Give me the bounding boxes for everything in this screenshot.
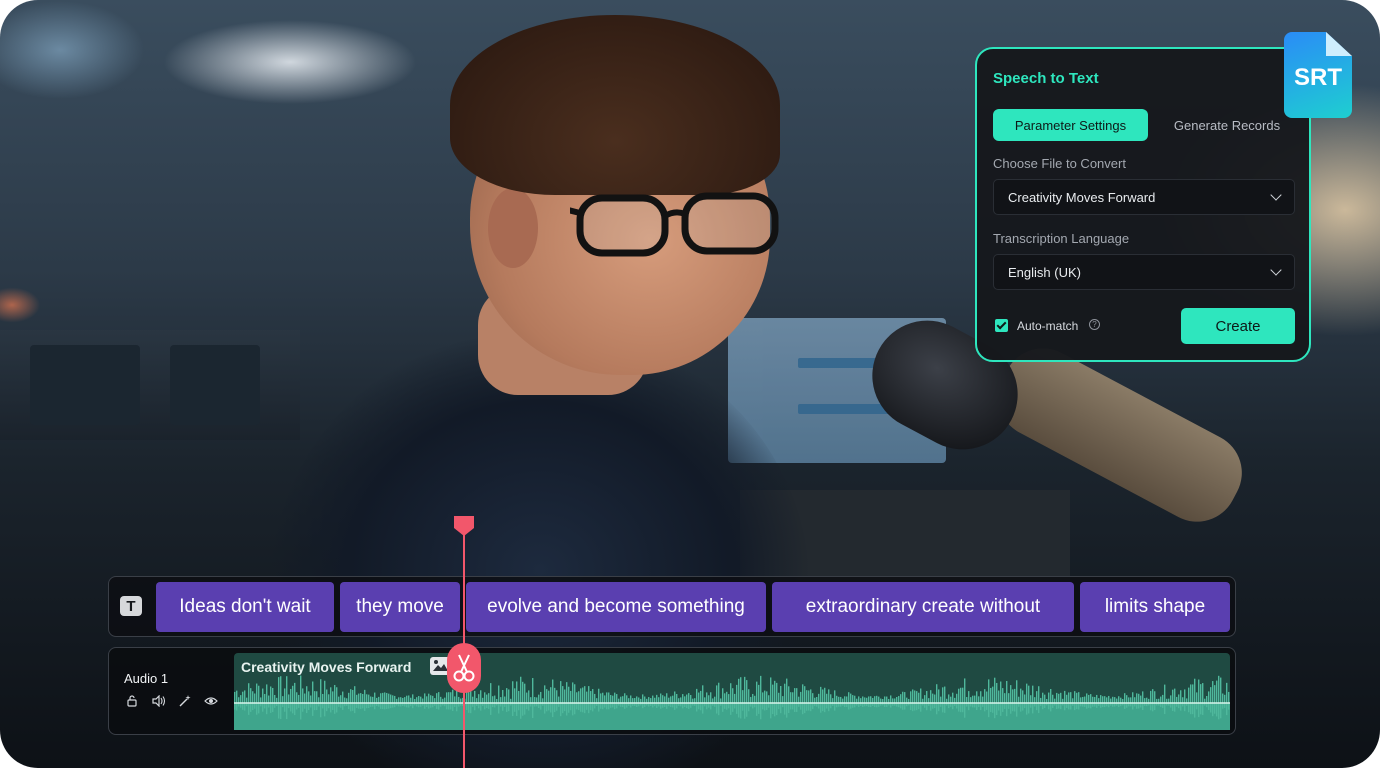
auto-match-checkbox[interactable] <box>995 319 1008 332</box>
unlock-icon[interactable] <box>125 694 139 708</box>
auto-match-label: Auto-match <box>1017 319 1079 333</box>
speech-to-text-panel: Speech to Text Parameter Settings Genera… <box>975 47 1311 362</box>
srt-file-label: SRT <box>1294 64 1342 91</box>
scissors-icon[interactable] <box>447 643 481 693</box>
chevron-down-icon <box>1270 189 1282 201</box>
language-field-label: Transcription Language <box>993 231 1130 246</box>
language-select-value: English (UK) <box>1008 264 1081 280</box>
create-button[interactable]: Create <box>1181 308 1295 344</box>
chevron-down-icon <box>1270 264 1282 276</box>
file-select-value: Creativity Moves Forward <box>1008 189 1156 205</box>
panel-title: Speech to Text <box>993 70 1099 87</box>
eye-icon[interactable] <box>204 694 218 708</box>
audio-clip-title: Creativity Moves Forward <box>241 659 412 675</box>
glasses <box>570 192 779 257</box>
caption-clip[interactable]: evolve and become something <box>466 582 766 632</box>
person-hair <box>450 15 780 195</box>
file-select[interactable]: Creativity Moves Forward <box>993 179 1295 215</box>
background-monitor <box>30 345 140 425</box>
volume-icon[interactable] <box>152 694 166 708</box>
caption-clip[interactable]: Ideas don't wait <box>156 582 334 632</box>
caption-clip[interactable]: they move <box>340 582 460 632</box>
caption-clip[interactable]: extraordinary create without <box>772 582 1074 632</box>
language-select[interactable]: English (UK) <box>993 254 1295 290</box>
audio-track-label: Audio 1 <box>124 671 169 686</box>
background-monitor <box>170 345 260 425</box>
text-track-icon: T <box>120 596 142 616</box>
effects-icon[interactable] <box>178 694 192 708</box>
help-icon[interactable]: ? <box>1089 319 1100 330</box>
tab-parameter-settings[interactable]: Parameter Settings <box>993 109 1148 141</box>
file-field-label: Choose File to Convert <box>993 156 1126 171</box>
caption-clip[interactable]: limits shape <box>1080 582 1230 632</box>
tab-generate-records[interactable]: Generate Records <box>1162 109 1292 141</box>
person-ear <box>488 188 538 268</box>
